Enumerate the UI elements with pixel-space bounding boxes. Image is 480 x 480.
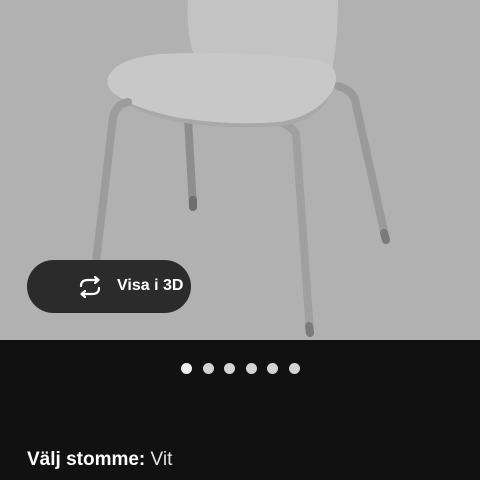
frame-selection[interactable]: Välj stomme: Vit xyxy=(27,447,172,473)
frame-selection-value: Vit xyxy=(150,449,173,470)
image-carousel-dots xyxy=(0,362,480,376)
frame-selection-label: Välj stomme: xyxy=(27,449,146,470)
product-screen: Visa i 3D Välj stomme: Vit xyxy=(0,0,480,480)
carousel-dot[interactable] xyxy=(267,363,278,374)
view-3d-button[interactable]: Visa i 3D xyxy=(27,260,191,313)
carousel-dot[interactable] xyxy=(181,363,192,374)
carousel-dot[interactable] xyxy=(224,363,235,374)
carousel-dot[interactable] xyxy=(245,363,257,374)
carousel-dot[interactable] xyxy=(288,363,300,374)
rotate-arrows-icon xyxy=(77,275,103,299)
carousel-dot[interactable] xyxy=(202,363,214,374)
view-3d-label: Visa i 3D xyxy=(117,277,184,294)
